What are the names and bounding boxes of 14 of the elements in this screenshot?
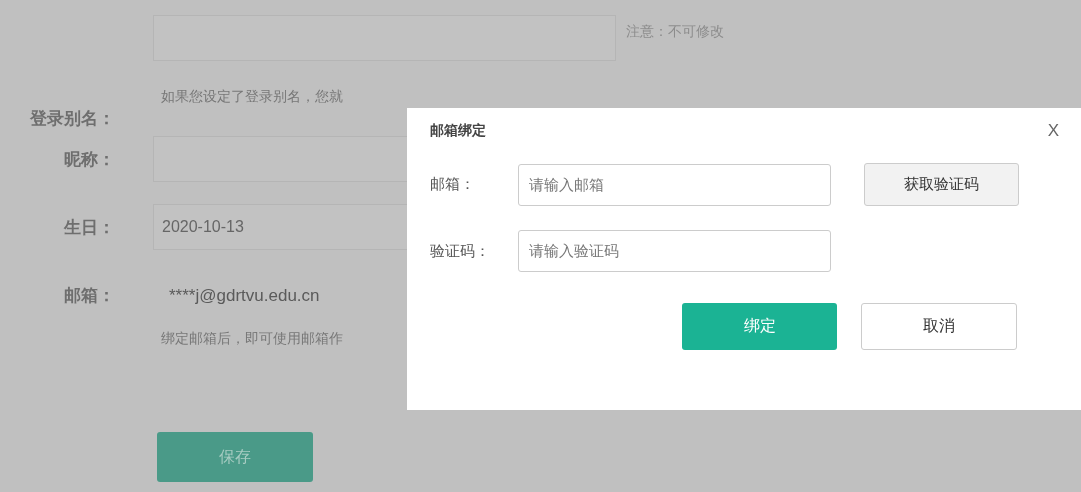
dialog-title: 邮箱绑定 xyxy=(430,122,486,140)
text-field[interactable]: 请输入邮箱 xyxy=(518,163,831,206)
field-label: 邮箱： xyxy=(430,175,476,194)
field-label: 生日： xyxy=(63,216,115,239)
text-field[interactable]: 请输入验证码 xyxy=(518,230,831,272)
get-code-button[interactable]: 获取验证码 xyxy=(864,163,1019,206)
email-value: ****j@gdrtvu.edu.cn xyxy=(169,286,320,306)
close-button[interactable]: X xyxy=(1047,121,1059,141)
hint-text: 绑定邮箱后，即可使用邮箱作 xyxy=(161,330,343,348)
field-label: 邮箱： xyxy=(63,284,115,307)
field-label: 登录别名： xyxy=(29,107,115,130)
hint-text: 如果您设定了登录别名，您就 xyxy=(161,88,344,106)
cancel-button[interactable]: 取消 xyxy=(861,303,1017,350)
field-label: 昵称： xyxy=(63,148,115,171)
